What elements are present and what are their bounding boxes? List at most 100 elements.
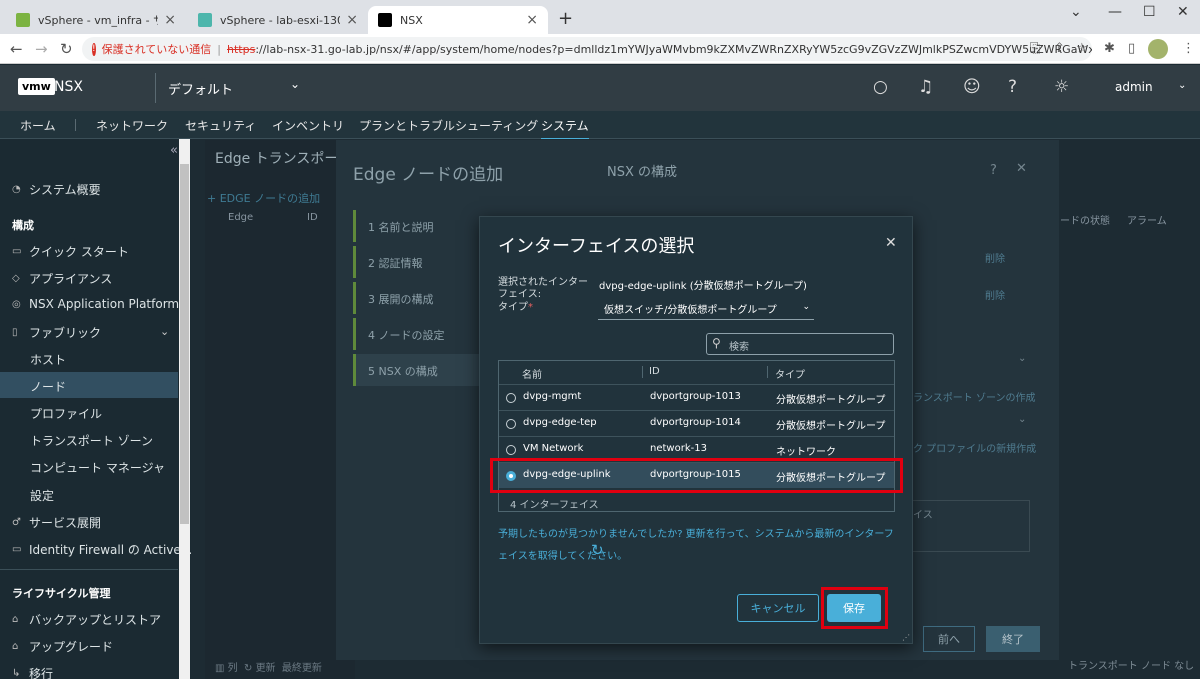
sidebar-item-hosts[interactable]: ホスト bbox=[30, 351, 66, 368]
row-id: dvportgroup-1014 bbox=[650, 417, 741, 428]
bell-icon[interactable]: ♫ bbox=[918, 77, 933, 97]
close-tab-icon[interactable]: × bbox=[346, 12, 358, 28]
browser-tab-2[interactable]: vSphere - lab-esxi-130.go-lab.jp × bbox=[188, 6, 368, 34]
minimize-icon[interactable]: — bbox=[1108, 4, 1122, 20]
nsx-favicon-icon bbox=[378, 13, 392, 27]
sidebar-scrollbar-thumb[interactable] bbox=[180, 164, 189, 524]
back-icon[interactable]: ← bbox=[10, 40, 23, 58]
monitor-icon: ▭ bbox=[12, 246, 22, 257]
sidebar-item-nsx-app-platform[interactable]: ◎ NSX Application Platform bbox=[12, 297, 179, 311]
collapse-sidebar-icon[interactable]: « bbox=[170, 143, 178, 158]
delete-link[interactable]: 削除 bbox=[985, 287, 1005, 302]
chevron-down-icon[interactable]: ⌄ bbox=[290, 77, 300, 91]
new-tab-icon[interactable]: + bbox=[558, 8, 573, 29]
security-warning[interactable]: 保護されていない通信 bbox=[102, 41, 212, 57]
type-select[interactable]: 仮想スイッチ/分散仮想ポートグループ ⌄ bbox=[598, 298, 814, 320]
gauge-icon: ◔ bbox=[12, 184, 21, 195]
smiley-icon[interactable]: ☺ bbox=[963, 77, 981, 97]
radio-button[interactable] bbox=[506, 393, 516, 403]
search-icon[interactable]: ○ bbox=[873, 77, 888, 97]
user-menu[interactable]: admin bbox=[1115, 80, 1153, 94]
sidebar-item-appliances[interactable]: ◇ アプライアンス bbox=[12, 270, 112, 287]
create-transport-zone-link[interactable]: ランスポート ゾーンの作成 bbox=[913, 389, 1035, 404]
sidebar-heading-config: 構成 bbox=[12, 217, 34, 233]
translate-icon[interactable]: ⎘ bbox=[1030, 41, 1040, 56]
profile-avatar[interactable] bbox=[1148, 39, 1168, 59]
sidebar-item-label: コンピュート マネージャ bbox=[30, 461, 165, 475]
sidebar-item-identity-firewall[interactable]: ▭ Identity Firewall の Active ... bbox=[12, 541, 196, 558]
warning-icon: ! bbox=[92, 42, 96, 56]
row-type: 分散仮想ポートグループ bbox=[776, 421, 886, 432]
sidebar-item-profiles[interactable]: プロファイル bbox=[30, 405, 102, 422]
product-name: NSX bbox=[54, 79, 83, 95]
refresh-icon[interactable]: ↻ bbox=[591, 541, 604, 559]
nav-security[interactable]: セキュリティ bbox=[185, 117, 256, 134]
sidebar-item-settings[interactable]: 設定 bbox=[30, 487, 54, 504]
prev-button[interactable]: 前へ bbox=[923, 626, 975, 652]
search-placeholder: 検索 bbox=[729, 342, 749, 353]
nav-plan-troubleshoot[interactable]: プランとトラブルシューティング bbox=[359, 117, 538, 134]
chevron-down-icon[interactable]: ⌄ bbox=[1178, 80, 1186, 91]
help-icon[interactable]: ? bbox=[1008, 77, 1017, 97]
chevron-down-icon[interactable]: ⌄ bbox=[1018, 353, 1026, 364]
resize-handle-icon[interactable]: ⋰ bbox=[902, 633, 910, 642]
sidebar-item-label: ファブリック bbox=[29, 326, 102, 340]
project-selector[interactable]: デフォルト bbox=[168, 79, 233, 98]
top-navigation: ホーム ネットワーク セキュリティ インベントリ プランとトラブルシューティング… bbox=[0, 111, 1200, 141]
sidepanel-icon[interactable]: ▯ bbox=[1128, 41, 1135, 56]
sidebar-item-transport-zones[interactable]: トランスポート ゾーン bbox=[30, 432, 153, 449]
sidebar-item-fabric[interactable]: ▯ ファブリック bbox=[12, 324, 101, 341]
create-profile-link[interactable]: ク プロファイルの新規作成 bbox=[913, 440, 1036, 455]
finish-button[interactable]: 終了 bbox=[986, 626, 1040, 652]
browser-tab-1[interactable]: vSphere - vm_infra - サマリ × bbox=[6, 6, 186, 34]
nav-system[interactable]: システム bbox=[541, 117, 589, 141]
browser-tab-3[interactable]: NSX × bbox=[368, 6, 548, 34]
nav-home[interactable]: ホーム bbox=[20, 117, 56, 134]
sidebar-item-label: クイック スタート bbox=[29, 245, 129, 259]
sidebar-item-quickstart[interactable]: ▭ クイック スタート bbox=[12, 243, 129, 260]
reload-icon[interactable]: ↻ bbox=[60, 40, 73, 58]
col-header-name[interactable]: 名前 bbox=[522, 366, 542, 381]
add-edge-node-link[interactable]: + EDGE ノードの追加 bbox=[207, 190, 320, 206]
forward-icon[interactable]: → bbox=[35, 40, 48, 58]
radio-button[interactable] bbox=[506, 419, 516, 429]
extensions-icon[interactable]: ✱ bbox=[1104, 41, 1115, 56]
sidebar-item-service-deployment[interactable]: ♂ サービス展開 bbox=[12, 514, 101, 531]
theme-sun-icon[interactable]: ☼ bbox=[1054, 77, 1069, 97]
refresh-help-text[interactable]: 予期したものが見つかりませんでしたか? 更新を行って、システムから最新のインター… bbox=[498, 524, 898, 568]
sidebar-item-nodes[interactable]: ノード bbox=[30, 378, 66, 395]
help-icon[interactable]: ? bbox=[990, 163, 997, 178]
chevron-down-icon[interactable]: ⌄ bbox=[160, 325, 169, 338]
footer-columns-label: 列 bbox=[227, 663, 238, 674]
maximize-icon[interactable]: ☐ bbox=[1143, 4, 1156, 20]
search-input[interactable]: ⚲ 検索 bbox=[706, 333, 894, 355]
nav-networking[interactable]: ネットワーク bbox=[96, 117, 168, 134]
browser-menu-icon[interactable]: ⋮ bbox=[1182, 41, 1195, 56]
cancel-button[interactable]: キャンセル bbox=[737, 594, 819, 622]
sidebar-item-migrate[interactable]: ↳ 移行 bbox=[12, 665, 53, 679]
bookmark-star-icon[interactable]: ☆ bbox=[1076, 41, 1088, 56]
vmware-logo: vmw bbox=[18, 78, 55, 95]
tab-search-icon[interactable]: ⌄ bbox=[1070, 4, 1082, 20]
platform-icon: ◎ bbox=[12, 298, 21, 310]
share-icon[interactable]: ⇪ bbox=[1054, 41, 1065, 56]
window-close-icon[interactable]: ✕ bbox=[1177, 4, 1189, 20]
close-icon[interactable]: ✕ bbox=[1016, 161, 1027, 176]
sidebar-item-system-overview[interactable]: ◔ システム概要 bbox=[12, 181, 101, 198]
footer-columns-button[interactable]: ▥ 列 ↻ 更新 最終更新 bbox=[215, 659, 322, 674]
nsx-header: vmw NSX デフォルト ⌄ ○ ♫ ☺ ? ☼ admin ⌄ bbox=[0, 65, 1200, 111]
sidebar-item-label: NSX Application Platform bbox=[29, 297, 180, 311]
col-header-id[interactable]: ID bbox=[649, 366, 660, 377]
chevron-down-icon[interactable]: ⌄ bbox=[1018, 414, 1026, 425]
sidebar-item-compute-managers[interactable]: コンピュート マネージャ bbox=[30, 459, 165, 476]
radio-button[interactable] bbox=[506, 445, 516, 455]
close-tab-icon[interactable]: × bbox=[164, 12, 176, 28]
close-tab-icon[interactable]: × bbox=[526, 12, 538, 28]
url-field[interactable]: ! 保護されていない通信 | https ://lab-nsx-31.go-la… bbox=[82, 37, 1092, 61]
close-icon[interactable]: ✕ bbox=[885, 235, 897, 251]
sidebar-item-backup-restore[interactable]: ⌂ バックアップとリストア bbox=[12, 611, 161, 628]
delete-link[interactable]: 削除 bbox=[985, 250, 1005, 265]
nav-inventory[interactable]: インベントリ bbox=[272, 117, 344, 134]
sidebar-item-upgrade[interactable]: ⌂ アップグレード bbox=[12, 638, 113, 655]
col-header-type[interactable]: タイプ bbox=[775, 366, 805, 381]
